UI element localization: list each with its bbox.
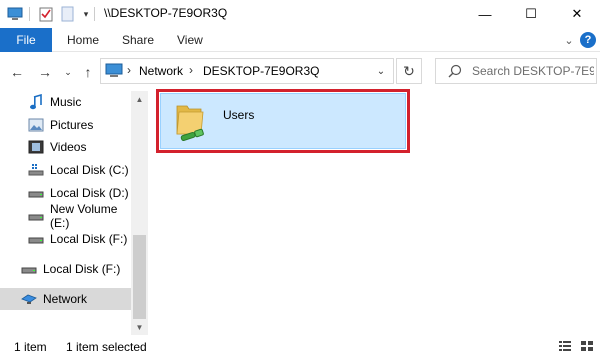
folder-item-users[interactable]: Users <box>156 89 410 153</box>
computer-icon <box>105 63 123 79</box>
breadcrumb-separator[interactable]: › <box>127 63 131 77</box>
properties-icon[interactable] <box>38 5 54 23</box>
network-icon <box>21 291 37 307</box>
minimize-button[interactable]: — <box>462 0 508 28</box>
navigation-pane: Music Pictures Videos Local Disk (C:) Lo… <box>0 91 148 335</box>
sidebar-item-new-volume-e[interactable]: New Volume (E:) <box>28 202 131 230</box>
shared-folder-icon <box>173 100 209 142</box>
pictures-icon <box>28 117 44 133</box>
sidebar-item-label: New Volume (E:) <box>50 202 118 230</box>
sidebar-item-local-disk-f[interactable]: Local Disk (F:) <box>28 228 131 250</box>
breadcrumb-computer[interactable]: DESKTOP-7E9OR3Q <box>203 64 319 78</box>
folder-name: Users <box>223 108 255 122</box>
new-folder-icon[interactable] <box>60 5 76 23</box>
maximize-button[interactable]: ☐ <box>508 0 554 28</box>
forward-button[interactable]: → <box>35 62 55 82</box>
search-box[interactable] <box>435 58 597 84</box>
close-button[interactable]: ✕ <box>554 0 600 28</box>
recent-locations-button[interactable]: ⌄ <box>58 62 78 82</box>
sidebar-item-local-disk-c[interactable]: Local Disk (C:) <box>28 159 131 181</box>
tab-share[interactable]: Share <box>122 28 154 52</box>
toolbar-divider <box>28 5 30 23</box>
sidebar-item-label: Pictures <box>50 118 94 132</box>
navigation-scrollbar[interactable]: ▲ ▼ <box>131 91 148 335</box>
file-list: Users <box>150 89 600 335</box>
sidebar-item-label: Local Disk (C:) <box>50 163 129 177</box>
help-button[interactable]: ? <box>580 32 596 48</box>
sidebar-item-label: Music <box>50 95 82 109</box>
sidebar-item-local-disk-d[interactable]: Local Disk (D:) <box>28 182 131 204</box>
sidebar-item-label: Local Disk (F:) <box>50 232 128 246</box>
search-input[interactable] <box>472 63 594 79</box>
address-toolbar: ← → ⌄ ↑ › Network › DESKTOP-7E9OR3Q ⌄ ↻ <box>0 53 600 91</box>
chevron-down-icon[interactable]: ⌄ <box>373 63 389 79</box>
drive-c-icon <box>28 162 44 178</box>
item-count: 1 item <box>14 340 47 354</box>
drive-icon <box>28 208 44 224</box>
drive-icon <box>21 261 37 277</box>
music-icon <box>28 94 44 110</box>
expand-ribbon-icon[interactable]: ⌄ <box>562 31 576 49</box>
up-button[interactable]: ↑ <box>78 62 98 82</box>
window-title: \\DESKTOP-7E9OR3Q <box>104 6 228 20</box>
scroll-down-icon[interactable]: ▼ <box>131 319 148 335</box>
toolbar-divider <box>93 5 95 23</box>
scroll-thumb[interactable] <box>133 235 146 319</box>
sidebar-item-videos[interactable]: Videos <box>28 136 128 158</box>
tab-home[interactable]: Home <box>67 28 99 52</box>
selection-count: 1 item selected <box>66 340 147 354</box>
videos-icon <box>28 139 44 155</box>
sidebar-item-network[interactable]: Network <box>0 288 131 310</box>
large-icons-view-icon[interactable] <box>580 340 594 352</box>
sidebar-item-music[interactable]: Music <box>28 91 128 113</box>
back-button[interactable]: ← <box>7 62 27 82</box>
drive-icon <box>28 185 44 201</box>
customize-toolbar-icon[interactable]: ▾ <box>80 5 92 23</box>
address-bar[interactable]: › Network › DESKTOP-7E9OR3Q ⌄ <box>100 58 394 84</box>
breadcrumb-separator[interactable]: › <box>189 63 193 77</box>
breadcrumb-network[interactable]: Network <box>139 64 183 78</box>
details-view-icon[interactable] <box>558 340 572 352</box>
sidebar-item-pictures[interactable]: Pictures <box>28 114 128 136</box>
search-icon <box>448 64 462 78</box>
title-bar: ▾ \\DESKTOP-7E9OR3Q — ☐ ✕ <box>0 0 600 28</box>
scroll-up-icon[interactable]: ▲ <box>131 91 148 107</box>
tab-view[interactable]: View <box>177 28 203 52</box>
drive-icon <box>28 231 44 247</box>
tab-file[interactable]: File <box>0 28 52 52</box>
status-bar: 1 item 1 item selected <box>0 335 600 356</box>
sidebar-item-label: Network <box>43 292 88 306</box>
refresh-button[interactable]: ↻ <box>396 58 422 84</box>
sidebar-item-label: Local Disk (F:) <box>43 262 121 276</box>
sidebar-item-label: Videos <box>50 140 87 154</box>
sidebar-item-label: Local Disk (D:) <box>50 186 129 200</box>
sidebar-item-local-disk-f-root[interactable]: Local Disk (F:) <box>21 258 131 280</box>
computer-icon[interactable] <box>6 5 24 23</box>
ribbon-tabs: File Home Share View ⌄ ? <box>0 28 600 52</box>
